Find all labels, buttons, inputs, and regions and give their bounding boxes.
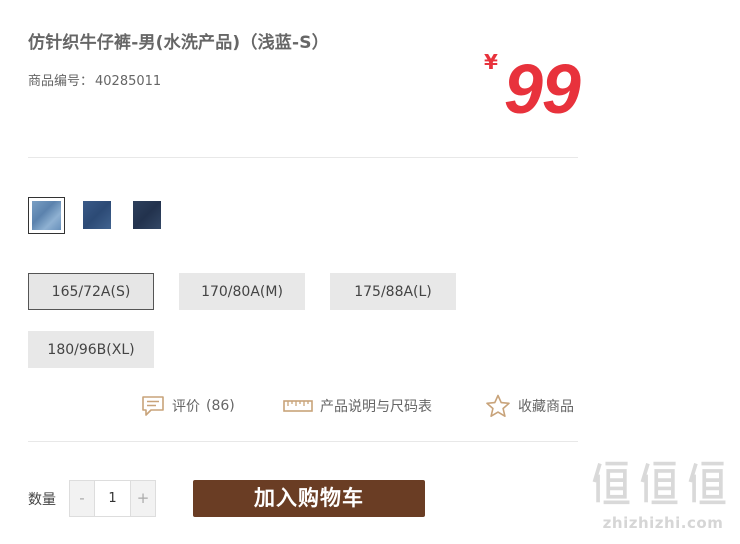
comment-icon — [142, 396, 164, 416]
currency-symbol: ¥ — [484, 50, 498, 74]
favorite-link[interactable]: 收藏商品 — [485, 394, 574, 418]
reviews-label: 评价 — [172, 399, 200, 415]
sku-value: 40285011 — [95, 74, 162, 89]
product-sku: 商品编号： 40285011 — [28, 70, 161, 89]
quantity-label: 数量 — [28, 492, 56, 508]
watermark-site: zhizhizhi.com — [602, 514, 724, 532]
size-option-l[interactable]: 175/88A(L) — [330, 273, 456, 310]
add-to-cart-button[interactable]: 加入购物车 — [193, 480, 425, 517]
size-chart-link[interactable]: 产品说明与尺码表 — [283, 394, 432, 418]
color-swatch-mid-blue[interactable] — [81, 199, 113, 231]
watermark: zhizhizhi.com — [590, 458, 736, 538]
star-icon — [486, 394, 510, 417]
color-swatch-dark-blue[interactable] — [131, 199, 163, 231]
quantity-plus-button[interactable]: + — [131, 481, 155, 516]
size-option-xl[interactable]: 180/96B(XL) — [28, 331, 154, 368]
watermark-logo — [590, 458, 736, 506]
product-title: 仿针织牛仔裤-男(水洗产品)（浅蓝-S） — [28, 33, 329, 53]
divider — [28, 441, 578, 442]
reviews-count: (86) — [206, 398, 235, 414]
sku-label: 商品编号： — [28, 74, 94, 89]
favorite-label: 收藏商品 — [518, 399, 574, 415]
reviews-link[interactable]: 评价 (86) — [141, 394, 235, 418]
quantity-input[interactable]: 1 — [94, 481, 131, 516]
size-chart-label: 产品说明与尺码表 — [320, 399, 432, 415]
size-option-s[interactable]: 165/72A(S) — [28, 273, 154, 310]
quantity-minus-button[interactable]: - — [70, 481, 94, 516]
size-option-m[interactable]: 170/80A(M) — [179, 273, 305, 310]
price-value: 99 — [504, 50, 581, 128]
divider — [28, 157, 578, 158]
quantity-stepper: - 1 + — [69, 480, 156, 517]
swatch-image — [32, 201, 61, 230]
swatch-image — [83, 201, 111, 229]
color-swatch-light-blue[interactable] — [28, 197, 65, 234]
ruler-icon — [283, 400, 313, 412]
swatch-image — [133, 201, 161, 229]
